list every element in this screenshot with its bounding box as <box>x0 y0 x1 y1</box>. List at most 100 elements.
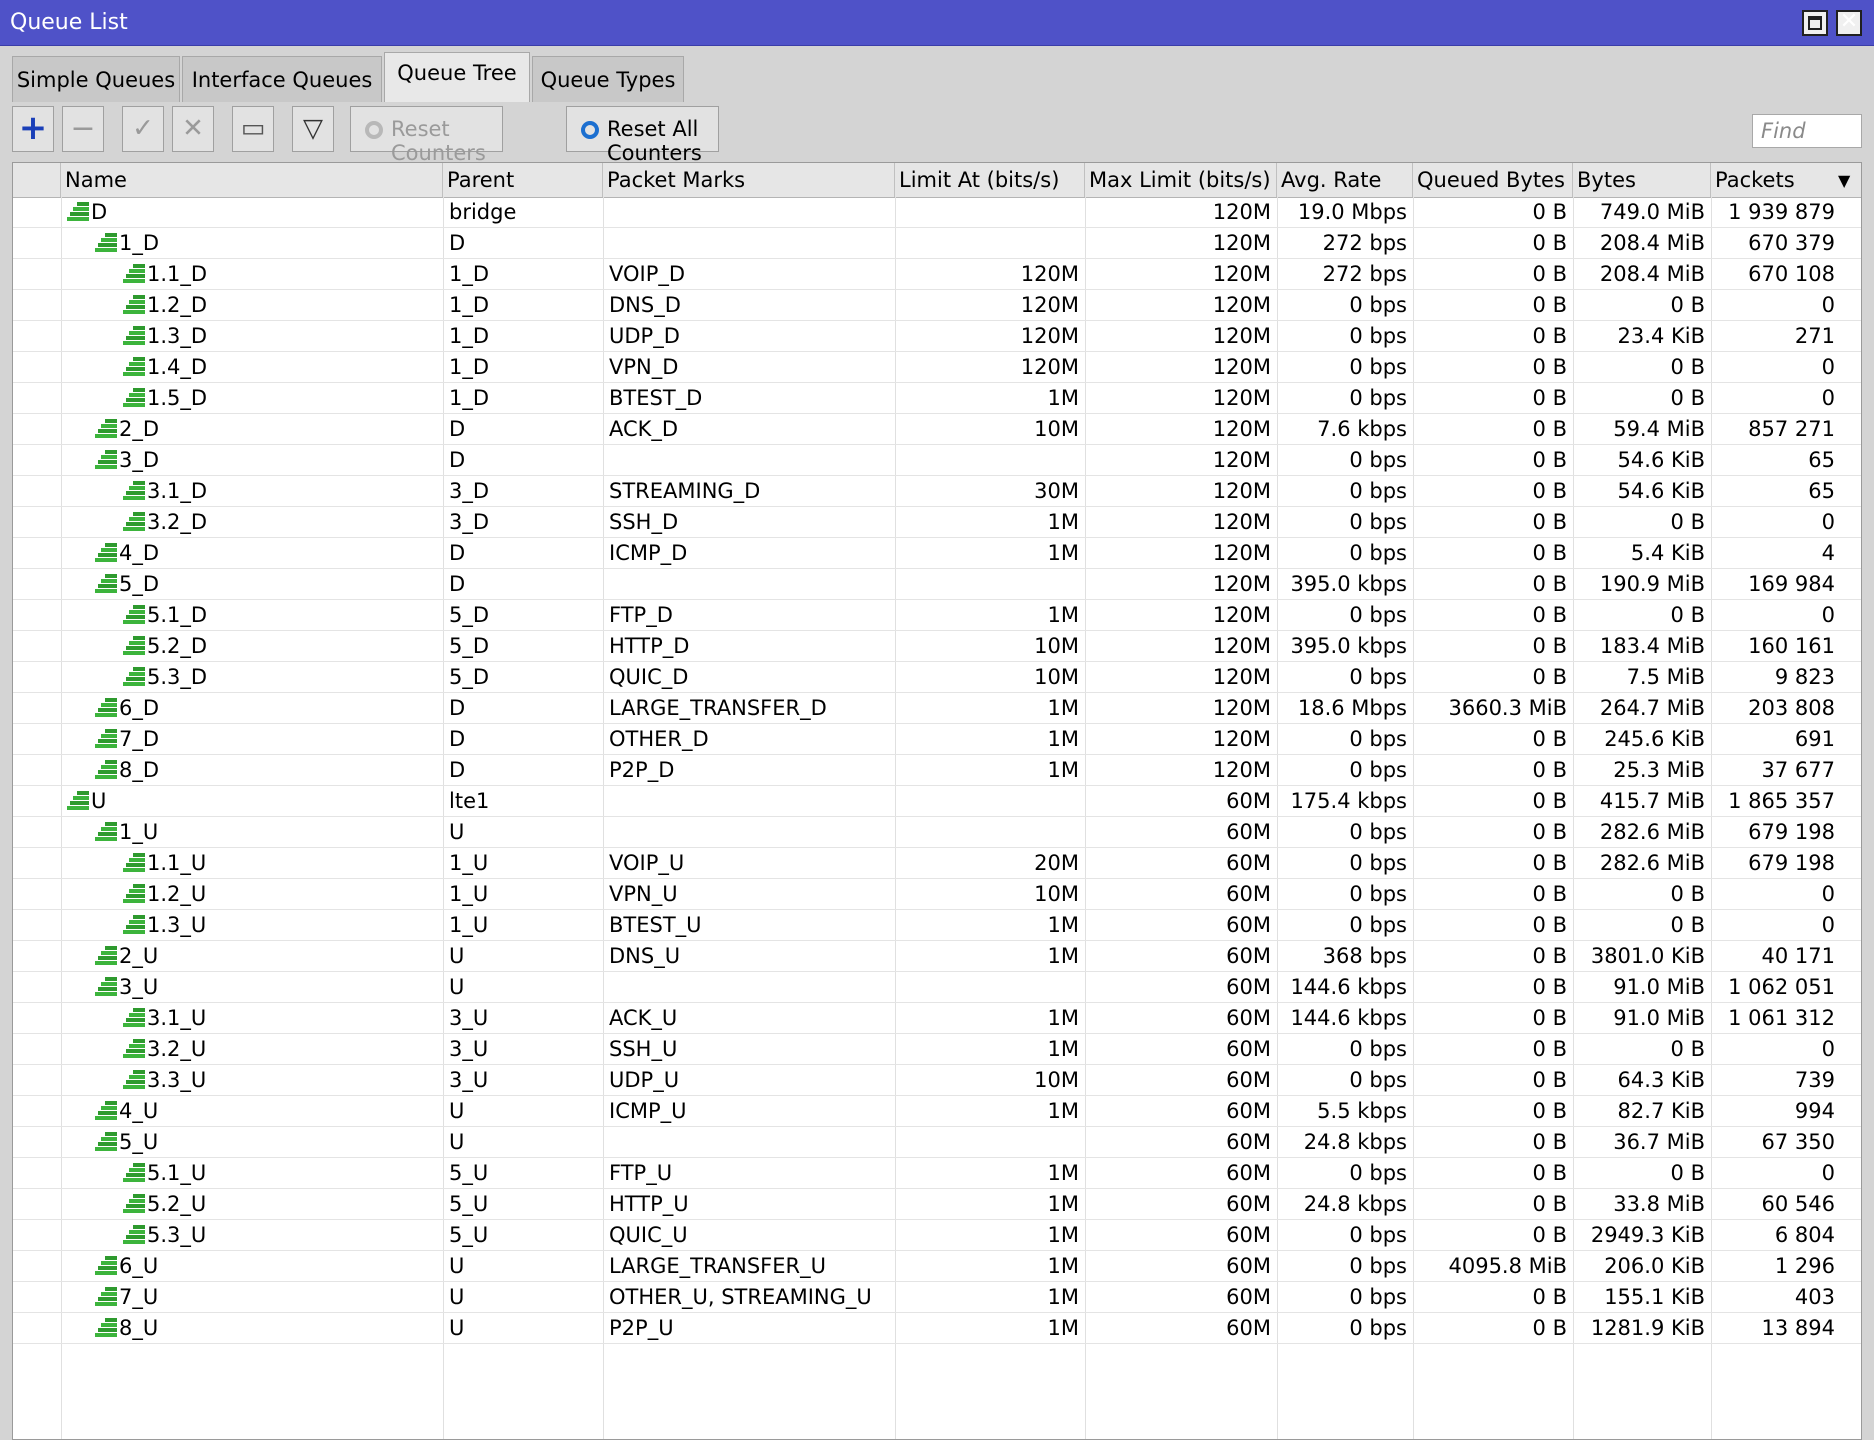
disable-button[interactable]: ✕ <box>172 106 214 152</box>
cell-avg-rate: 0 bps <box>1349 386 1407 410</box>
column-header-name[interactable]: Name▲ <box>61 163 443 197</box>
cell-avg-rate: 0 bps <box>1349 1254 1407 1278</box>
cell-packet-marks: UDP_U <box>609 1068 680 1092</box>
cell-queued-bytes: 0 B <box>1532 820 1567 844</box>
table-row[interactable]: 5.2_U 5_U HTTP_U 1M 60M 24.8 kbps 0 B 33.8 MiB 6… <box>13 1189 1861 1220</box>
tab-queue-types[interactable]: Queue Types <box>532 56 684 102</box>
table-row[interactable]: 2_U U DNS_U 1M 60M 368 bps 0 B 3801.0 KiB 40 171 <box>13 941 1861 972</box>
table-row[interactable]: 1.2_D 1_D DNS_D 120M 120M 0 bps 0 B 0 B 0 <box>13 290 1861 321</box>
table-row[interactable]: 1_D D 120M 272 bps 0 B 208.4 MiB 670 379 <box>13 228 1861 259</box>
column-header-max-limit[interactable]: Max Limit (bits/s) <box>1085 163 1277 197</box>
cell-packets: 160 161 <box>1748 634 1835 658</box>
table-row[interactable]: 5.2_D 5_D HTTP_D 10M 120M 395.0 kbps 0 B 183.4 … <box>13 631 1861 662</box>
cell-packet-marks: DNS_D <box>609 293 681 317</box>
table-row[interactable]: 5.3_U 5_U QUIC_U 1M 60M 0 bps 0 B 2949.3 KiB 6 8… <box>13 1220 1861 1251</box>
cell-max-limit: 60M <box>1226 789 1271 813</box>
queue-name: 2_U <box>119 944 159 968</box>
table-row[interactable]: 1.3_D 1_D UDP_D 120M 120M 0 bps 0 B 23.4 KiB 271 <box>13 321 1861 352</box>
table-row[interactable]: 3.2_U 3_U SSH_U 1M 60M 0 bps 0 B 0 B 0 <box>13 1034 1861 1065</box>
cell-packets: 0 <box>1821 882 1835 906</box>
column-menu-icon[interactable]: ▼ <box>1838 171 1850 190</box>
cell-bytes: 190.9 MiB <box>1599 572 1705 596</box>
column-header-avg-rate[interactable]: Avg. Rate <box>1277 163 1413 197</box>
cell-name: 5.3_D <box>117 662 443 692</box>
cell-limit-at <box>895 972 1085 1002</box>
cell-limit-at: 1M <box>1047 386 1079 410</box>
cell-bytes: 183.4 MiB <box>1599 634 1705 658</box>
table-row[interactable]: 3.1_D 3_D STREAMING_D 30M 120M 0 bps 0 B 54.6 K… <box>13 476 1861 507</box>
table-row[interactable]: 1.4_D 1_D VPN_D 120M 120M 0 bps 0 B 0 B 0 <box>13 352 1861 383</box>
comment-button[interactable]: ▭ <box>232 106 274 152</box>
table-row[interactable]: 5_U U 60M 24.8 kbps 0 B 36.7 MiB 67 350 <box>13 1127 1861 1158</box>
table-row[interactable]: 5_D D 120M 395.0 kbps 0 B 190.9 MiB 169 984 <box>13 569 1861 600</box>
queue-name: 2_D <box>119 417 160 441</box>
table-row[interactable]: Ulte1 60M 175.4 kbps 0 B 415.7 MiB 1 865 357 <box>13 786 1861 817</box>
cell-limit-at: 1M <box>1047 1192 1079 1216</box>
table-row[interactable]: 8_U U P2P_U 1M 60M 0 bps 0 B 1281.9 KiB 13 894 <box>13 1313 1861 1344</box>
table-row[interactable]: 1.1_U 1_U VOIP_U 20M 60M 0 bps 0 B 282.6 MiB 679… <box>13 848 1861 879</box>
cell-name: 5.1_D <box>117 600 443 630</box>
table-row[interactable]: 3.1_U 3_U ACK_U 1M 60M 144.6 kbps 0 B 91.0 MiB 1… <box>13 1003 1861 1034</box>
table-row[interactable]: 3.2_D 3_D SSH_D 1M 120M 0 bps 0 B 0 B 0 <box>13 507 1861 538</box>
cell-name: 3.2_D <box>117 507 443 537</box>
cell-queued-bytes: 0 B <box>1532 1130 1567 1154</box>
column-header-bytes[interactable]: Bytes <box>1573 163 1711 197</box>
table-row[interactable]: 4_D D ICMP_D 1M 120M 0 bps 0 B 5.4 KiB 4 <box>13 538 1861 569</box>
table-row[interactable]: 3.3_U 3_U UDP_U 10M 60M 0 bps 0 B 64.3 KiB 739 <box>13 1065 1861 1096</box>
table-row[interactable]: 1_U U 60M 0 bps 0 B 282.6 MiB 679 198 <box>13 817 1861 848</box>
add-button[interactable]: + <box>12 106 54 152</box>
cell-packet-marks: P2P_D <box>609 758 675 782</box>
table-row[interactable]: 1.2_U 1_U VPN_U 10M 60M 0 bps 0 B 0 B 0 <box>13 879 1861 910</box>
table-row[interactable]: 5.1_U 5_U FTP_U 1M 60M 0 bps 0 B 0 B 0 <box>13 1158 1861 1189</box>
table-row[interactable]: 5.3_D 5_D QUIC_D 10M 120M 0 bps 0 B 7.5 MiB 9 82… <box>13 662 1861 693</box>
plus-icon: + <box>18 108 48 149</box>
column-header-queued-bytes[interactable]: Queued Bytes <box>1413 163 1573 197</box>
queue-name: 3.2_D <box>147 510 208 534</box>
maximize-icon[interactable] <box>1802 10 1828 36</box>
table-row[interactable]: 8_D D P2P_D 1M 120M 0 bps 0 B 25.3 MiB 37 677 <box>13 755 1861 786</box>
remove-button[interactable]: − <box>62 106 104 152</box>
reset-counters-label: Reset Counters <box>391 117 486 165</box>
table-row[interactable]: 1.1_D 1_D VOIP_D 120M 120M 272 bps 0 B 208.4 Mi… <box>13 259 1861 290</box>
close-icon[interactable]: ✕ <box>1836 10 1862 36</box>
cell-max-limit: 120M <box>1212 231 1271 255</box>
table-row[interactable]: 3_D D 120M 0 bps 0 B 54.6 KiB 65 <box>13 445 1861 476</box>
cell-name: 8_U <box>89 1313 443 1343</box>
table-row[interactable]: 5.1_D 5_D FTP_D 1M 120M 0 bps 0 B 0 B 0 <box>13 600 1861 631</box>
queue-icon <box>95 450 117 470</box>
table-row[interactable]: 7_U U OTHER_U, STREAMING_U 1M 60M 0 bps 0 B 155… <box>13 1282 1861 1313</box>
tab-interface-queues[interactable]: Interface Queues <box>182 56 382 102</box>
reset-counters-button[interactable]: Reset Counters <box>350 106 503 165</box>
cell-packets: 65 <box>1808 448 1835 472</box>
queue-name: 3.1_U <box>147 1006 207 1030</box>
cell-name: 2_D <box>89 414 443 444</box>
column-header-parent[interactable]: Parent <box>443 163 603 197</box>
tab-queue-tree[interactable]: Queue Tree <box>384 52 530 102</box>
cell-packets: 0 <box>1821 510 1835 534</box>
column-header-packet-marks[interactable]: Packet Marks <box>603 163 895 197</box>
cell-packet-marks: OTHER_D <box>609 727 709 751</box>
cell-avg-rate: 24.8 kbps <box>1303 1130 1407 1154</box>
queue-icon <box>123 295 145 315</box>
reset-all-counters-button[interactable]: Reset All Counters <box>566 106 719 165</box>
column-header-limit-at[interactable]: Limit At (bits/s) <box>895 163 1085 197</box>
cell-avg-rate: 0 bps <box>1349 1223 1407 1247</box>
table-row[interactable]: 7_D D OTHER_D 1M 120M 0 bps 0 B 245.6 KiB 691 <box>13 724 1861 755</box>
table-row[interactable]: 6_U U LARGE_TRANSFER_U 1M 60M 0 bps 4095.8 MiB… <box>13 1251 1861 1282</box>
cell-max-limit: 60M <box>1226 1130 1271 1154</box>
cell-packet-marks: DNS_U <box>609 944 681 968</box>
filter-button[interactable]: ▽ <box>292 106 334 152</box>
cell-name: 3.1_D <box>117 476 443 506</box>
table-row[interactable]: 3_U U 60M 144.6 kbps 0 B 91.0 MiB 1 062 051 <box>13 972 1861 1003</box>
table-row[interactable]: 1.5_D 1_D BTEST_D 1M 120M 0 bps 0 B 0 B 0 <box>13 383 1861 414</box>
enable-button[interactable]: ✓ <box>122 106 164 152</box>
table-row[interactable]: 1.3_U 1_U BTEST_U 1M 60M 0 bps 0 B 0 B 0 <box>13 910 1861 941</box>
cell-packets: 0 <box>1821 1037 1835 1061</box>
table-row[interactable]: Dbridge 120M 19.0 Mbps 0 B 749.0 MiB 1 939 87… <box>13 197 1861 228</box>
table-row[interactable]: 2_D D ACK_D 10M 120M 7.6 kbps 0 B 59.4 MiB 857 2… <box>13 414 1861 445</box>
cell-bytes: 54.6 KiB <box>1617 448 1705 472</box>
find-input[interactable] <box>1752 114 1862 148</box>
tab-simple-queues[interactable]: Simple Queues <box>12 56 180 102</box>
table-row[interactable]: 4_U U ICMP_U 1M 60M 5.5 kbps 0 B 82.7 KiB 994 <box>13 1096 1861 1127</box>
table-row[interactable]: 6_D D LARGE_TRANSFER_D 1M 120M 18.6 Mbps 3660.… <box>13 693 1861 724</box>
